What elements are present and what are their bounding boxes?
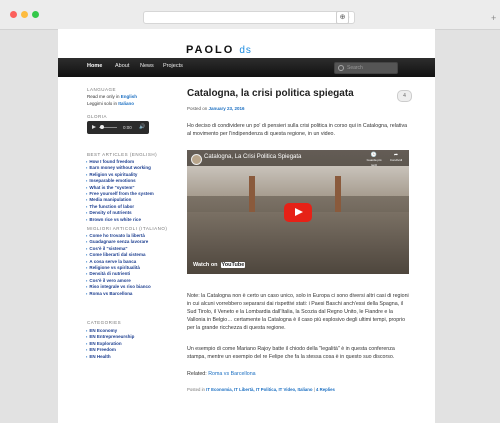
main-nav: Home About News Projects Search	[58, 58, 435, 77]
minimize-window-button[interactable]	[21, 11, 28, 18]
post-date-link[interactable]: January 23, 2016	[209, 106, 245, 111]
watch-later-icon[interactable]: 🕒 Guarda più tardi	[365, 153, 383, 168]
categories-title: CATEGORIES	[87, 320, 122, 325]
list-item[interactable]: Earn money without working	[86, 165, 154, 171]
audio-progress-handle[interactable]	[100, 125, 104, 129]
nav-item-projects[interactable]: Projects	[163, 63, 183, 69]
nav-item-news[interactable]: News	[140, 63, 154, 69]
search-input[interactable]: Search	[334, 62, 398, 74]
list-item[interactable]: Roma vs Barcellona	[86, 291, 151, 297]
list-item[interactable]: Come liberarti dal sistema	[86, 252, 151, 258]
search-placeholder: Search	[347, 65, 363, 71]
watch-on-label: Watch on	[193, 262, 218, 268]
best-en-list: How I found freedom Earn money without w…	[86, 159, 154, 223]
english-link[interactable]: English	[121, 94, 137, 99]
play-icon[interactable]	[92, 125, 96, 129]
browser-toolbar: ↻ ⊕ +	[0, 0, 500, 30]
gloria-widget-title: GLORIA	[87, 114, 108, 119]
video-topbar: Catalogna, La Crisi Politica Spiegata 🕒 G…	[187, 150, 409, 168]
categories-list: EN Economy EN Entrepreneurship EN Explor…	[86, 328, 134, 360]
maximize-window-button[interactable]	[32, 11, 39, 18]
post-example: Un esempio di come Mariano Rajoy batte i…	[187, 346, 395, 360]
post-date: Posted on January 23, 2016	[187, 106, 245, 111]
list-item[interactable]: Guadagnare senza lavorare	[86, 239, 151, 245]
watch-on-youtube-button[interactable]: Watch on YouTube	[192, 262, 246, 268]
audio-time: 0:00	[123, 125, 132, 130]
italian-link[interactable]: Italiano	[118, 101, 134, 106]
download-icon[interactable]: ⊕	[336, 11, 349, 24]
comment-count-badge[interactable]: 4	[397, 90, 412, 102]
close-window-button[interactable]	[10, 11, 17, 18]
share-icon[interactable]: ➦ Condividi	[387, 153, 405, 163]
audio-player: 0:00 🔊	[87, 121, 149, 134]
share-label: Condividi	[389, 158, 403, 162]
related-line: Related: Roma vs Barcellona	[187, 370, 409, 378]
video-play-button[interactable]	[284, 203, 312, 222]
channel-avatar[interactable]	[191, 154, 202, 165]
nav-item-home[interactable]: Home	[87, 63, 102, 69]
best-en-title: BEST ARTICLES (ENGLISH)	[87, 152, 158, 157]
site-title[interactable]: PAOLO ds	[186, 44, 252, 56]
address-bar[interactable]: ↻	[143, 11, 355, 24]
language-line-italian: Leggimi solo in Italiano	[87, 101, 134, 106]
language-widget-title: LANGUAGE	[87, 87, 117, 92]
language-line-english-prefix: Read me only in	[87, 94, 121, 99]
site-title-suffix[interactable]: ds	[239, 45, 252, 56]
list-item[interactable]: Brown rice vs white rice	[86, 217, 154, 223]
site-title-text[interactable]: PAOLO	[186, 44, 234, 56]
search-icon	[338, 65, 344, 71]
web-page: PAOLO ds Home About News Projects Search…	[58, 29, 435, 423]
post-categories-links[interactable]: IT Economia, IT Libertà, IT Politica, IT…	[206, 387, 312, 392]
related-prefix: Related:	[187, 371, 209, 377]
list-item[interactable]: EN Entrepreneurship	[86, 334, 134, 340]
post-date-prefix: Posted on	[187, 106, 209, 111]
best-it-title: MIGLIORI ARTICOLI (ITALIANO)	[87, 226, 168, 231]
post-intro: Ho deciso di condividere un po' di pensi…	[187, 123, 408, 137]
watch-later-label: Guarda più tardi	[366, 158, 382, 167]
post-title[interactable]: Catalogna, la crisi politica spiegata	[187, 88, 354, 99]
post-footer-prefix: Posted in	[187, 387, 207, 392]
replies-link[interactable]: 4 Replies	[316, 387, 335, 392]
video-title[interactable]: Catalogna, La Crisi Politica Spiegata	[204, 154, 301, 160]
volume-icon[interactable]: 🔊	[139, 124, 145, 131]
post-footer: Posted in IT Economia, IT Libertà, IT Po…	[187, 387, 335, 392]
video-sky	[187, 166, 409, 196]
language-line-english: Read me only in English	[87, 94, 137, 99]
new-tab-icon[interactable]: +	[491, 14, 496, 23]
related-link[interactable]: Roma vs Barcellona	[208, 371, 255, 377]
post-note: Note: la Catalogna non è certo un caso u…	[187, 293, 409, 331]
nav-item-about[interactable]: About	[115, 63, 129, 69]
list-item[interactable]: Riso integrale vs riso bianco	[86, 284, 150, 290]
list-item[interactable]: EN Health	[86, 354, 134, 360]
video-embed[interactable]: Catalogna, La Crisi Politica Spiegata 🕒 G…	[187, 150, 409, 274]
best-it-list: Come ho trovato la libertà Guadagnare se…	[86, 233, 151, 297]
language-line-italian-prefix: Leggimi solo in	[87, 101, 119, 106]
youtube-logo: YouTube	[220, 262, 246, 268]
